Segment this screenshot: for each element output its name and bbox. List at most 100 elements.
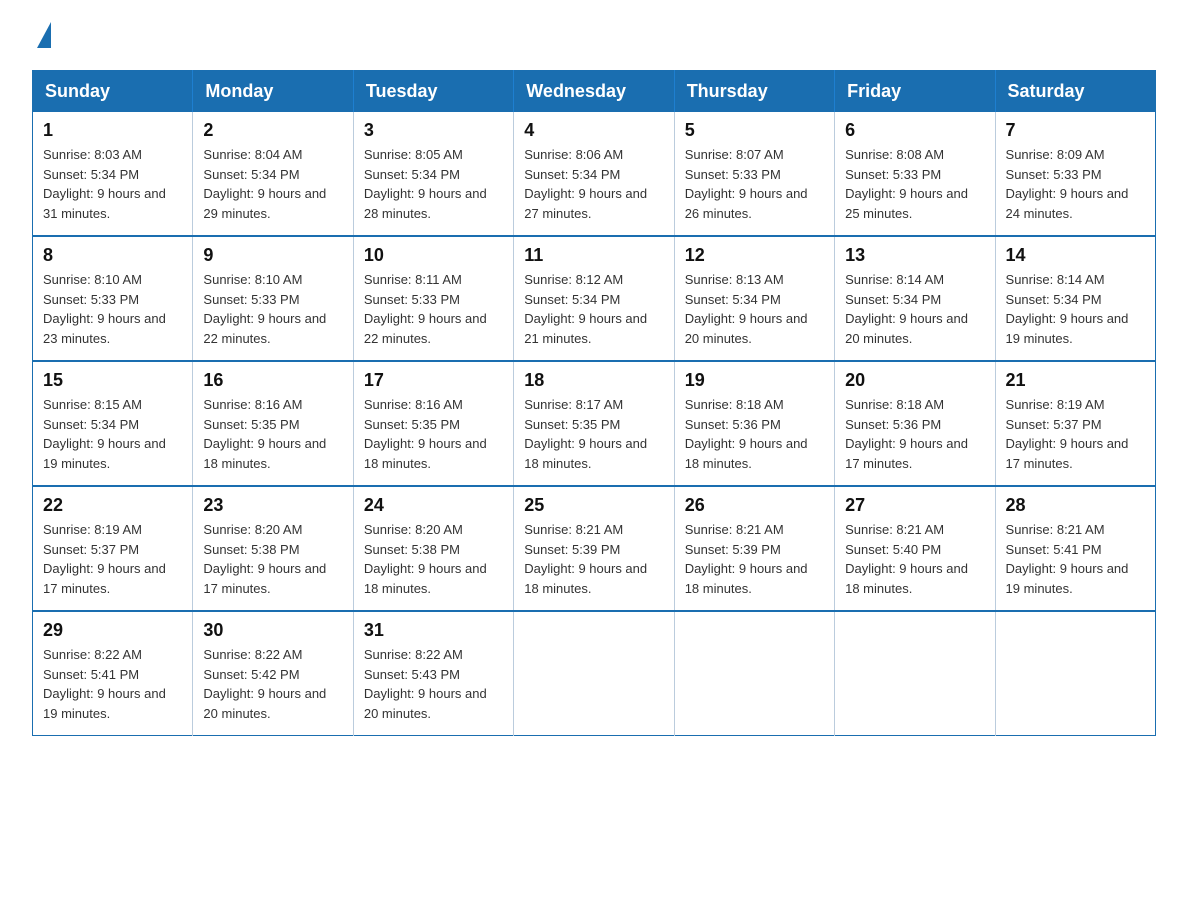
sunset-text: Sunset: 5:41 PM [43,665,182,685]
logo-triangle-icon [37,22,51,48]
sunrise-text: Sunrise: 8:17 AM [524,395,663,415]
calendar-day-cell: 26 Sunrise: 8:21 AM Sunset: 5:39 PM Dayl… [674,486,834,611]
calendar-day-cell: 27 Sunrise: 8:21 AM Sunset: 5:40 PM Dayl… [835,486,995,611]
daylight-text: Daylight: 9 hours and 18 minutes. [364,559,503,598]
sunrise-text: Sunrise: 8:04 AM [203,145,342,165]
daylight-text: Daylight: 9 hours and 26 minutes. [685,184,824,223]
sunset-text: Sunset: 5:33 PM [685,165,824,185]
calendar-day-cell: 4 Sunrise: 8:06 AM Sunset: 5:34 PM Dayli… [514,112,674,236]
daylight-text: Daylight: 9 hours and 17 minutes. [203,559,342,598]
calendar-day-cell: 13 Sunrise: 8:14 AM Sunset: 5:34 PM Dayl… [835,236,995,361]
day-info: Sunrise: 8:20 AM Sunset: 5:38 PM Dayligh… [364,520,503,598]
calendar-day-cell: 11 Sunrise: 8:12 AM Sunset: 5:34 PM Dayl… [514,236,674,361]
calendar-day-cell [995,611,1155,736]
day-number: 12 [685,245,824,266]
day-info: Sunrise: 8:22 AM Sunset: 5:43 PM Dayligh… [364,645,503,723]
sunset-text: Sunset: 5:33 PM [43,290,182,310]
daylight-text: Daylight: 9 hours and 29 minutes. [203,184,342,223]
sunset-text: Sunset: 5:40 PM [845,540,984,560]
day-number: 31 [364,620,503,641]
calendar-day-cell [674,611,834,736]
day-info: Sunrise: 8:03 AM Sunset: 5:34 PM Dayligh… [43,145,182,223]
sunset-text: Sunset: 5:33 PM [364,290,503,310]
calendar-week-row: 8 Sunrise: 8:10 AM Sunset: 5:33 PM Dayli… [33,236,1156,361]
day-number: 7 [1006,120,1145,141]
daylight-text: Daylight: 9 hours and 20 minutes. [685,309,824,348]
sunrise-text: Sunrise: 8:14 AM [1006,270,1145,290]
sunset-text: Sunset: 5:38 PM [364,540,503,560]
sunrise-text: Sunrise: 8:21 AM [524,520,663,540]
day-number: 5 [685,120,824,141]
sunrise-text: Sunrise: 8:20 AM [203,520,342,540]
day-info: Sunrise: 8:18 AM Sunset: 5:36 PM Dayligh… [685,395,824,473]
day-number: 25 [524,495,663,516]
daylight-text: Daylight: 9 hours and 17 minutes. [845,434,984,473]
daylight-text: Daylight: 9 hours and 18 minutes. [685,559,824,598]
sunrise-text: Sunrise: 8:18 AM [685,395,824,415]
daylight-text: Daylight: 9 hours and 18 minutes. [524,559,663,598]
day-info: Sunrise: 8:21 AM Sunset: 5:39 PM Dayligh… [524,520,663,598]
day-number: 15 [43,370,182,391]
daylight-text: Daylight: 9 hours and 17 minutes. [43,559,182,598]
calendar-day-cell: 25 Sunrise: 8:21 AM Sunset: 5:39 PM Dayl… [514,486,674,611]
sunrise-text: Sunrise: 8:21 AM [685,520,824,540]
calendar-day-cell: 31 Sunrise: 8:22 AM Sunset: 5:43 PM Dayl… [353,611,513,736]
day-number: 21 [1006,370,1145,391]
day-info: Sunrise: 8:22 AM Sunset: 5:41 PM Dayligh… [43,645,182,723]
day-number: 27 [845,495,984,516]
sunset-text: Sunset: 5:35 PM [203,415,342,435]
daylight-text: Daylight: 9 hours and 18 minutes. [364,434,503,473]
daylight-text: Daylight: 9 hours and 21 minutes. [524,309,663,348]
sunrise-text: Sunrise: 8:15 AM [43,395,182,415]
calendar-day-cell: 18 Sunrise: 8:17 AM Sunset: 5:35 PM Dayl… [514,361,674,486]
sunrise-text: Sunrise: 8:12 AM [524,270,663,290]
sunrise-text: Sunrise: 8:06 AM [524,145,663,165]
day-info: Sunrise: 8:13 AM Sunset: 5:34 PM Dayligh… [685,270,824,348]
calendar-day-cell: 2 Sunrise: 8:04 AM Sunset: 5:34 PM Dayli… [193,112,353,236]
page-header [32,24,1156,50]
day-info: Sunrise: 8:21 AM Sunset: 5:40 PM Dayligh… [845,520,984,598]
day-info: Sunrise: 8:20 AM Sunset: 5:38 PM Dayligh… [203,520,342,598]
day-info: Sunrise: 8:11 AM Sunset: 5:33 PM Dayligh… [364,270,503,348]
calendar-day-cell: 24 Sunrise: 8:20 AM Sunset: 5:38 PM Dayl… [353,486,513,611]
calendar-day-cell: 19 Sunrise: 8:18 AM Sunset: 5:36 PM Dayl… [674,361,834,486]
day-of-week-header: Thursday [674,71,834,113]
day-info: Sunrise: 8:15 AM Sunset: 5:34 PM Dayligh… [43,395,182,473]
sunrise-text: Sunrise: 8:19 AM [1006,395,1145,415]
calendar-day-cell: 20 Sunrise: 8:18 AM Sunset: 5:36 PM Dayl… [835,361,995,486]
sunset-text: Sunset: 5:34 PM [364,165,503,185]
sunrise-text: Sunrise: 8:08 AM [845,145,984,165]
sunset-text: Sunset: 5:43 PM [364,665,503,685]
day-number: 26 [685,495,824,516]
day-number: 11 [524,245,663,266]
sunset-text: Sunset: 5:36 PM [685,415,824,435]
calendar-day-cell: 12 Sunrise: 8:13 AM Sunset: 5:34 PM Dayl… [674,236,834,361]
day-info: Sunrise: 8:21 AM Sunset: 5:41 PM Dayligh… [1006,520,1145,598]
daylight-text: Daylight: 9 hours and 23 minutes. [43,309,182,348]
day-number: 30 [203,620,342,641]
sunrise-text: Sunrise: 8:05 AM [364,145,503,165]
sunset-text: Sunset: 5:34 PM [524,290,663,310]
sunset-text: Sunset: 5:34 PM [845,290,984,310]
sunset-text: Sunset: 5:34 PM [685,290,824,310]
day-number: 29 [43,620,182,641]
daylight-text: Daylight: 9 hours and 28 minutes. [364,184,503,223]
calendar-day-cell: 9 Sunrise: 8:10 AM Sunset: 5:33 PM Dayli… [193,236,353,361]
calendar-day-cell: 23 Sunrise: 8:20 AM Sunset: 5:38 PM Dayl… [193,486,353,611]
day-info: Sunrise: 8:10 AM Sunset: 5:33 PM Dayligh… [203,270,342,348]
sunrise-text: Sunrise: 8:22 AM [364,645,503,665]
calendar-day-cell: 29 Sunrise: 8:22 AM Sunset: 5:41 PM Dayl… [33,611,193,736]
calendar-day-cell: 7 Sunrise: 8:09 AM Sunset: 5:33 PM Dayli… [995,112,1155,236]
day-number: 13 [845,245,984,266]
day-of-week-header: Tuesday [353,71,513,113]
sunrise-text: Sunrise: 8:16 AM [203,395,342,415]
calendar-day-cell: 16 Sunrise: 8:16 AM Sunset: 5:35 PM Dayl… [193,361,353,486]
calendar-day-cell: 8 Sunrise: 8:10 AM Sunset: 5:33 PM Dayli… [33,236,193,361]
day-number: 6 [845,120,984,141]
day-number: 23 [203,495,342,516]
calendar-day-cell: 17 Sunrise: 8:16 AM Sunset: 5:35 PM Dayl… [353,361,513,486]
daylight-text: Daylight: 9 hours and 17 minutes. [1006,434,1145,473]
day-of-week-header: Sunday [33,71,193,113]
day-number: 10 [364,245,503,266]
day-info: Sunrise: 8:08 AM Sunset: 5:33 PM Dayligh… [845,145,984,223]
